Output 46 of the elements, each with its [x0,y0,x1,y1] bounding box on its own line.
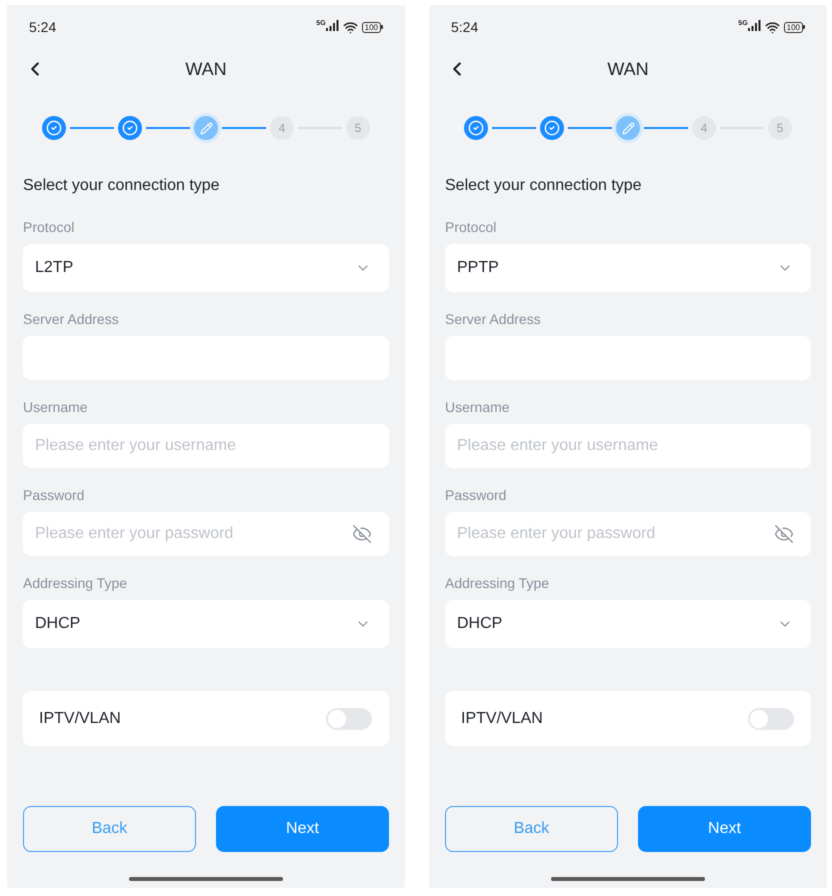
input-field[interactable]: Please enter your username [23,424,389,468]
select-field[interactable]: PPTP [445,244,811,292]
step-number: 4 [270,116,294,140]
field-label: Addressing Type [445,574,550,593]
field-label: Username [23,398,88,417]
password-field[interactable]: Please enter your password [23,512,389,556]
step-connector [568,127,612,129]
field-label: Server Address [23,310,119,329]
battery-indicator: 100 [784,22,805,32]
step-connector [70,127,114,129]
step-number: 5 [346,116,370,140]
toggle-switch[interactable] [748,708,794,730]
step-connector [146,127,190,129]
field-label: Password [445,486,506,505]
section-title: Select your connection type [445,176,642,196]
signal-icon [326,20,339,31]
field-label: Server Address [445,310,541,329]
step-connector [222,127,266,129]
status-time: 5:24 [451,19,478,35]
toggle-switch[interactable] [326,708,372,730]
toggle-label: IPTV/VLAN [39,710,121,728]
section-title: Select your connection type [23,176,220,196]
select-field[interactable]: DHCP [445,600,811,648]
select-field[interactable]: DHCP [23,600,389,648]
step-number: 5 [768,116,792,140]
field-label: Username [445,398,510,417]
eye-off-icon[interactable] [774,524,794,544]
select-field[interactable]: L2TP [23,244,389,292]
field-label: Protocol [445,218,496,237]
wifi-icon [342,20,358,34]
field-label: Protocol [23,218,74,237]
password-field[interactable]: Please enter your password [445,512,811,556]
input-field[interactable]: Please enter your username [445,424,811,468]
signal-icon [748,20,761,31]
status-time: 5:24 [29,19,56,35]
field-label: Addressing Type [23,574,128,593]
field-label: Password [23,486,84,505]
battery-indicator: 100 [362,22,383,32]
step-number: 4 [692,116,716,140]
step-connector [644,127,688,129]
page-title: WAN [184,58,228,80]
step-connector [492,127,536,129]
page-title: WAN [606,58,650,80]
eye-off-icon[interactable] [352,524,372,544]
toggle-label: IPTV/VLAN [461,710,543,728]
wifi-icon [764,20,780,34]
